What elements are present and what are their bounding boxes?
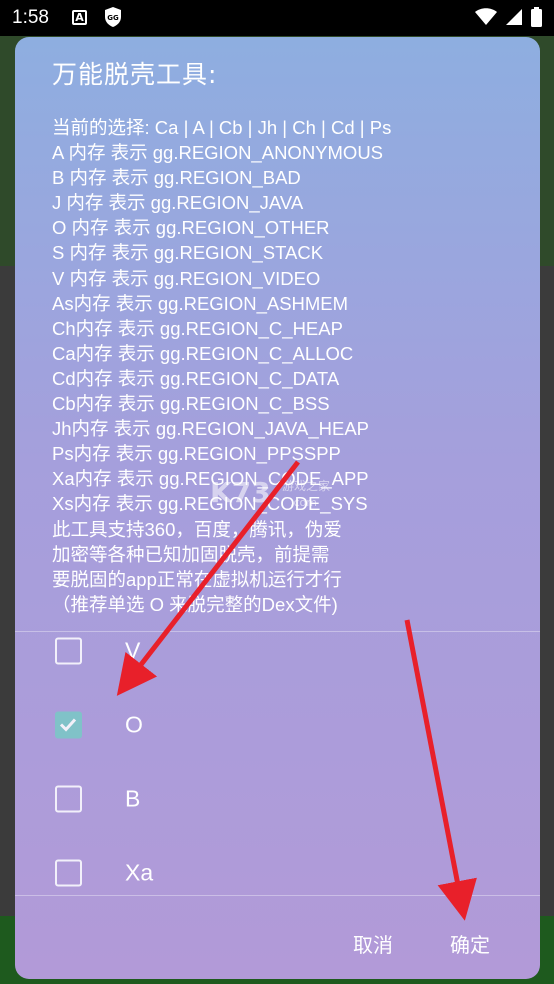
watermark-sub: 游戏之家 xyxy=(282,478,330,493)
dialog-title: 万能脱壳工具: xyxy=(52,60,218,89)
cancel-button[interactable]: 取消 xyxy=(345,925,401,962)
option-v[interactable]: V xyxy=(15,614,540,688)
message-line: 此工具支持360，百度，腾讯，伪爱 xyxy=(52,518,342,540)
wifi-icon xyxy=(475,8,497,25)
option-label-v: V xyxy=(125,637,141,664)
message-line: Ch内存 表示 gg.REGION_C_HEAP xyxy=(52,317,343,339)
options-divider xyxy=(15,895,540,896)
message-line: Cb内存 表示 gg.REGION_C_BSS xyxy=(52,393,330,415)
message-line: 当前的选择: Ca | A | Cb | Jh | Ch | Cd | Ps xyxy=(52,117,392,138)
k73-watermark-logo: K73 游戏之家 .com xyxy=(210,476,330,509)
message-line: 加密等各种已知加固脱壳，前提需 xyxy=(52,543,330,565)
dialog-message: 当前的选择: Ca | A | Cb | Jh | Ch | Cd | Ps A … xyxy=(52,115,512,617)
option-label-o: O xyxy=(125,711,143,738)
option-xa[interactable]: Xa xyxy=(15,836,540,910)
game-guardian-icon: GG xyxy=(105,7,121,27)
message-line: O 内存 表示 gg.REGION_OTHER xyxy=(52,217,330,239)
battery-icon xyxy=(531,7,542,27)
notification-a-icon: A xyxy=(72,10,87,25)
checkmark-icon xyxy=(59,718,77,732)
message-line: B 内存 表示 gg.REGION_BAD xyxy=(52,167,301,189)
message-line: 要脱固的app正常在虚拟机运行才行 xyxy=(52,568,342,590)
option-label-xa: Xa xyxy=(125,859,154,886)
checkbox-v[interactable] xyxy=(55,637,82,665)
message-line: As内存 表示 gg.REGION_ASHMEM xyxy=(52,292,349,314)
message-line: V 内存 表示 gg.REGION_VIDEO xyxy=(52,267,321,289)
status-bar: 1:58 A GG xyxy=(0,0,554,36)
message-line: A 内存 表示 gg.REGION_ANONYMOUS xyxy=(52,142,384,164)
signal-icon xyxy=(506,9,522,25)
message-line: Ps内存 表示 gg.REGION_PPSSPP xyxy=(52,443,341,465)
option-label-b: B xyxy=(125,785,141,812)
checkbox-xa[interactable] xyxy=(55,859,82,887)
message-line: J 内存 表示 gg.REGION_JAVA xyxy=(52,192,304,214)
watermark-site: .com xyxy=(290,496,317,509)
option-o[interactable]: O xyxy=(15,688,540,762)
game-guardian-icon-label: GG xyxy=(107,14,119,22)
message-line: S 内存 表示 gg.REGION_STACK xyxy=(52,242,324,264)
status-time: 1:58 xyxy=(12,7,49,28)
watermark-brand: K73 xyxy=(210,476,271,509)
message-line: Ca内存 表示 gg.REGION_C_ALLOC xyxy=(52,342,354,364)
message-line: Cd内存 表示 gg.REGION_C_DATA xyxy=(52,367,340,389)
option-b[interactable]: B xyxy=(15,762,540,836)
checkbox-b[interactable] xyxy=(55,785,82,813)
checkbox-o[interactable] xyxy=(55,711,82,739)
message-line: Jh内存 表示 gg.REGION_JAVA_HEAP xyxy=(52,418,369,440)
ok-button[interactable]: 确定 xyxy=(442,925,498,962)
